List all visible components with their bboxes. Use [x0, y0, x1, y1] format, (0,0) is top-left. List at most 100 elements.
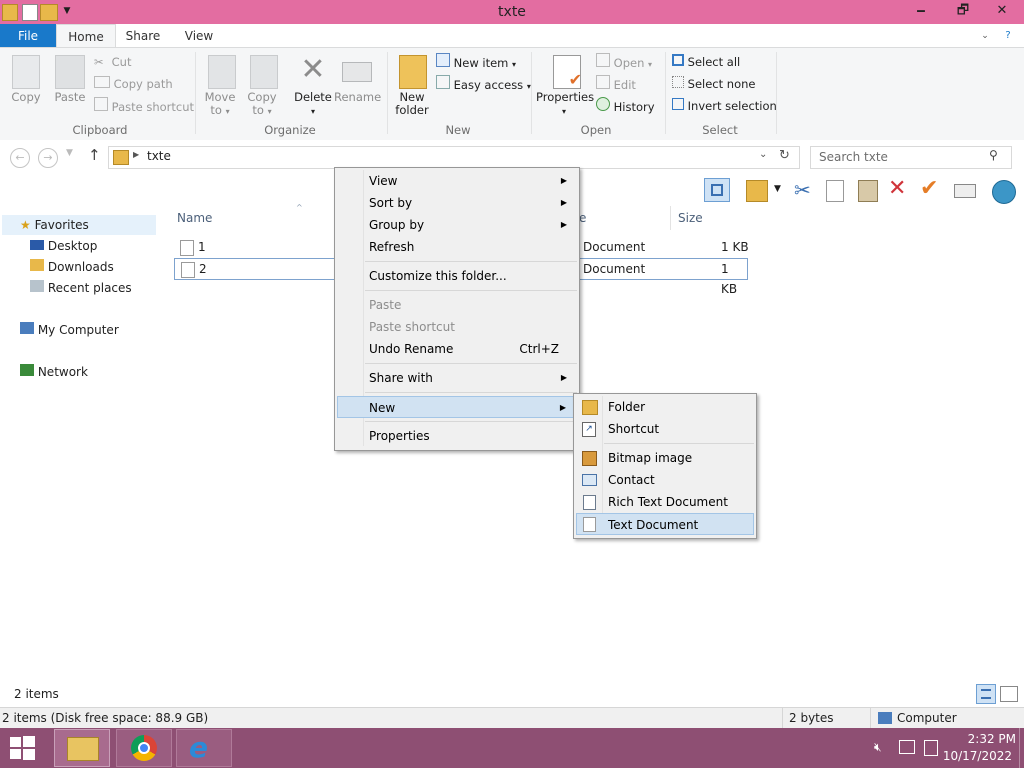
up-arrow-icon[interactable]: ↑: [88, 146, 101, 164]
selection-size-text: 2 bytes: [789, 711, 834, 725]
address-path[interactable]: txte: [147, 149, 171, 163]
taskbar-internet-explorer[interactable]: e: [176, 729, 232, 767]
taskbar-chrome[interactable]: [116, 729, 172, 767]
network-status-icon[interactable]: [899, 740, 915, 754]
volume-muted-icon[interactable]: 🔇︎: [874, 740, 882, 755]
address-bar[interactable]: ▶ txte ⌄ ↻: [108, 146, 800, 169]
nav-favorites[interactable]: ★ Favorites: [20, 215, 89, 235]
clock-date[interactable]: 10/17/2022: [940, 749, 1012, 763]
file-size: 1 KB: [721, 240, 749, 254]
properties-button[interactable]: Properties ▾: [536, 91, 594, 118]
item-count: 2 items: [14, 687, 59, 701]
menu-item-sort-by[interactable]: Sort by ▶: [337, 192, 577, 214]
nav-my-computer[interactable]: My Computer: [20, 320, 119, 340]
large-icons-view-button[interactable]: [1000, 686, 1018, 702]
column-header-size[interactable]: Size: [678, 211, 703, 225]
submenu-arrow-icon: ▶: [560, 373, 567, 382]
chevron-down-icon[interactable]: ▼: [774, 184, 781, 194]
new-folder-button[interactable]: New folder: [392, 91, 432, 117]
recent-places-icon: [30, 280, 44, 292]
menu-item-new-folder[interactable]: Folder: [576, 396, 754, 418]
delete-icon[interactable]: ✕: [888, 176, 906, 201]
details-view-button[interactable]: [976, 684, 996, 704]
help-icon[interactable]: ?: [996, 24, 1020, 48]
menu-item-properties[interactable]: Properties: [337, 425, 577, 447]
move-to-button[interactable]: Move to ▾: [200, 91, 240, 118]
menu-item-new-shortcut[interactable]: ↗ Shortcut: [576, 418, 754, 440]
menu-item-new-contact[interactable]: Contact: [576, 469, 754, 491]
folder-options-icon[interactable]: [746, 180, 768, 202]
new-item-button[interactable]: New item ▾: [436, 53, 516, 71]
minimize-button[interactable]: 🗕: [904, 0, 938, 22]
menu-item-new-text-document[interactable]: Text Document: [576, 513, 754, 535]
menu-item-paste-shortcut[interactable]: Paste shortcut: [337, 316, 577, 338]
column-header-type[interactable]: e: [579, 211, 586, 225]
paste-shortcut-button[interactable]: Paste shortcut: [94, 97, 194, 115]
menu-item-customize[interactable]: Customize this folder...: [337, 265, 577, 287]
search-input[interactable]: Search txte ⚲: [810, 146, 1012, 169]
menu-item-share-with[interactable]: Share with ▶: [337, 367, 577, 389]
start-button[interactable]: [8, 736, 36, 760]
tab-file[interactable]: File: [0, 24, 56, 48]
menu-item-group-by[interactable]: Group by ▶: [337, 214, 577, 236]
tab-share[interactable]: Share: [118, 24, 168, 48]
show-desktop-button[interactable]: [1019, 728, 1024, 768]
paste-icon[interactable]: [858, 180, 878, 202]
paste-shortcut-icon: [94, 97, 108, 111]
rename-button[interactable]: Rename: [334, 91, 381, 104]
copy-button[interactable]: Copy: [6, 91, 46, 104]
copy-path-button[interactable]: Copy path: [94, 75, 173, 93]
clock-time[interactable]: 2:32 PM: [950, 732, 1016, 746]
search-icon[interactable]: ⚲: [989, 148, 998, 162]
edit-button[interactable]: Edit: [596, 75, 636, 93]
expand-ribbon-icon[interactable]: ⌄: [976, 24, 994, 48]
nav-desktop[interactable]: Desktop: [30, 236, 97, 256]
taskbar-explorer[interactable]: [54, 729, 110, 767]
select-all-button[interactable]: Select all: [672, 53, 740, 71]
menu-separator: [365, 290, 577, 291]
maximize-button[interactable]: 🗗: [946, 0, 980, 22]
delete-button[interactable]: Delete ▾: [292, 91, 334, 118]
nav-recent-places[interactable]: Recent places: [30, 278, 132, 298]
nav-network[interactable]: Network: [20, 362, 88, 382]
menu-item-new-rtf[interactable]: Rich Text Document: [576, 491, 754, 513]
open-button[interactable]: Open ▾: [596, 53, 652, 71]
new-group-label: New: [445, 123, 471, 137]
easy-access-button[interactable]: Easy access ▾: [436, 75, 531, 93]
tab-view[interactable]: View: [174, 24, 224, 48]
copy-icon[interactable]: [826, 180, 844, 202]
menu-item-refresh[interactable]: Refresh: [337, 236, 577, 258]
preview-pane-button[interactable]: [704, 178, 730, 202]
computer-icon: [878, 712, 892, 724]
select-none-button[interactable]: Select none: [672, 75, 755, 93]
invert-selection-button[interactable]: Invert selection: [672, 97, 777, 115]
copy-to-button[interactable]: Copy to ▾: [242, 91, 282, 118]
history-button[interactable]: History: [596, 97, 655, 115]
paste-button[interactable]: Paste: [50, 91, 90, 104]
forward-button[interactable]: →: [38, 148, 58, 168]
menu-item-new[interactable]: New ▶: [337, 396, 577, 418]
tab-home[interactable]: Home: [56, 24, 116, 49]
address-dropdown-icon[interactable]: ⌄: [759, 149, 767, 160]
new-folder-icon: [399, 55, 427, 89]
action-center-icon[interactable]: [924, 740, 938, 756]
cut-icon[interactable]: ✂: [794, 178, 811, 202]
ribbon: Copy Paste ✂ Cut Copy path Paste shortcu…: [0, 47, 1024, 141]
recent-locations-icon[interactable]: ▼: [66, 148, 73, 158]
back-button[interactable]: ←: [10, 148, 30, 168]
properties-check-icon[interactable]: ✔: [920, 176, 938, 201]
nav-downloads[interactable]: Downloads: [30, 257, 114, 277]
menu-item-paste[interactable]: Paste: [337, 294, 577, 316]
refresh-icon[interactable]: ↻: [779, 148, 790, 163]
menu-item-view[interactable]: View ▶: [337, 170, 577, 192]
close-button[interactable]: ✕: [980, 0, 1024, 22]
rename-icon[interactable]: [954, 184, 976, 198]
globe-icon[interactable]: [992, 180, 1016, 204]
cut-button[interactable]: ✂ Cut: [94, 53, 131, 71]
column-header-name[interactable]: Name: [177, 211, 212, 225]
breadcrumb-chevron-icon[interactable]: ▶: [133, 150, 139, 159]
text-file-icon: [181, 262, 195, 278]
menu-item-new-bitmap[interactable]: Bitmap image: [576, 447, 754, 469]
menu-item-undo-rename[interactable]: Undo Rename Ctrl+Z: [337, 338, 577, 360]
submenu-arrow-icon: ▶: [560, 198, 567, 207]
